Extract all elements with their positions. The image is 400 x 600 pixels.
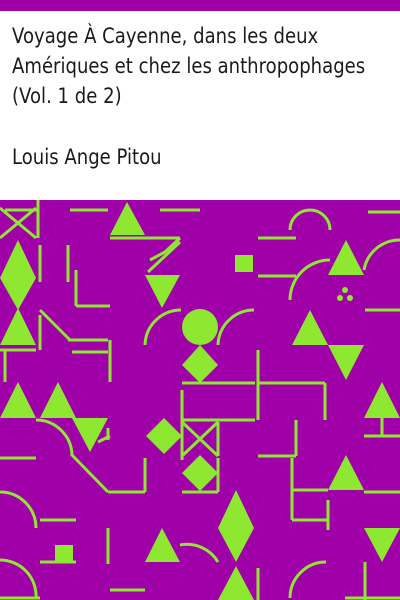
top-color-bar [0, 0, 400, 11]
book-author: Louis Ange Pitou [12, 145, 162, 170]
book-title-line-2: Amériques et chez les anthropophages [12, 54, 366, 79]
book-title-line-1: Voyage À Cayenne, dans les deux [12, 24, 319, 49]
book-title-line-3: (Vol. 1 de 2) [12, 84, 122, 109]
cover-pattern [0, 200, 400, 600]
book-title: Voyage À Cayenne, dans les deux Amérique… [12, 22, 366, 112]
